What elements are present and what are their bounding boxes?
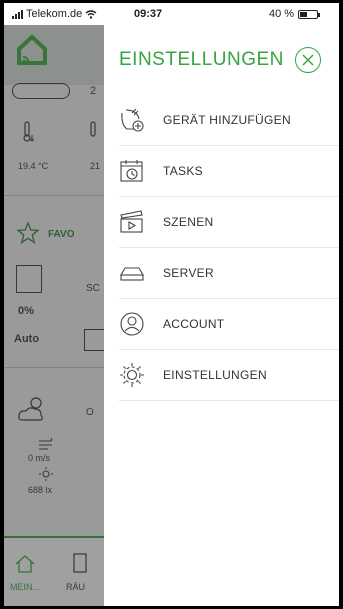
temperature-value: 21 [90,161,101,171]
tab-rooms[interactable]: RÄU [54,538,104,606]
menu-item-account[interactable]: ACCOUNT [119,299,339,350]
menu-item-label: SZENEN [163,215,214,229]
menu-item-scenes[interactable]: SZENEN [119,197,339,248]
weather-icon [18,397,43,421]
thermometer-icon [23,121,35,142]
settings-menu: GERÄT HINZUFÜGEN TASKS SZENEN SERVER ACC… [119,95,339,401]
bg-partial-text: SC [86,283,100,294]
home-icon [15,555,35,573]
bg-partial-text: O [86,407,94,418]
battery-icon [298,9,321,19]
settings-drawer: EINSTELLUNGEN GERÄT HINZUFÜGEN TASKS SZE… [104,25,339,606]
add-device-icon [121,108,144,132]
sun-icon [39,467,53,481]
user-icon [120,312,144,336]
menu-item-label: SERVER [163,266,214,280]
tab-home-label: MEIN... [10,582,41,592]
drawer-title: EINSTELLUNGEN [119,49,284,70]
mode-button[interactable] [84,329,104,351]
status-bar: Telekom.de 09:37 40 % [4,3,339,25]
divider [4,195,104,196]
screen: Telekom.de 09:37 40 % 2 19.4 °C 21 FAVO … [4,3,339,606]
close-button[interactable] [295,47,321,73]
menu-item-label: GERÄT HINZUFÜGEN [163,113,291,127]
signal-icon [12,9,23,19]
shutter-widget[interactable] [16,265,42,293]
widget-pill [12,83,70,99]
menu-item-settings[interactable]: EINSTELLUNGEN [119,350,339,401]
close-icon [302,54,314,66]
gear-icon [120,363,144,387]
menu-item-label: EINSTELLUNGEN [163,368,267,382]
clock: 09:37 [134,8,163,20]
tab-rooms-label: RÄU [66,582,86,592]
light-value: 688 lx [28,485,53,495]
shutter-mode: Auto [14,333,40,345]
app-header [4,25,104,85]
menu-item-tasks[interactable]: TASKS [119,146,339,197]
calendar-clock-icon [120,160,143,182]
bottom-tab-bar: MEIN... RÄU [4,536,104,606]
thermometer-icon [90,121,96,137]
server-icon [120,267,144,281]
divider [4,367,104,368]
wind-icon [39,437,53,450]
battery-area: 40 % [269,8,321,20]
carrier-area: Telekom.de [12,8,97,20]
tab-home[interactable]: MEIN... [4,538,54,606]
menu-item-label: ACCOUNT [163,317,225,331]
background-app[interactable]: 2 19.4 °C 21 FAVO SC 0% Auto O 0 m/s 688… [4,25,104,606]
battery-percent: 40 % [269,8,295,20]
carrier-name: Telekom.de [26,8,83,20]
shutter-percent: 0% [18,305,34,317]
home-logo-icon [17,34,47,65]
menu-item-label: TASKS [163,164,203,178]
drawer-header: EINSTELLUNGEN [104,25,339,81]
wifi-icon [85,9,97,19]
wind-value: 0 m/s [28,453,51,463]
favorites-label: FAVO [48,229,75,240]
clapperboard-icon [120,210,143,233]
bg-partial-text: 2 [90,85,97,97]
temperature-value: 19.4 °C [18,161,49,171]
star-icon [16,221,40,244]
menu-item-add-device[interactable]: GERÄT HINZUFÜGEN [119,95,339,146]
door-icon [73,553,87,573]
menu-item-server[interactable]: SERVER [119,248,339,299]
